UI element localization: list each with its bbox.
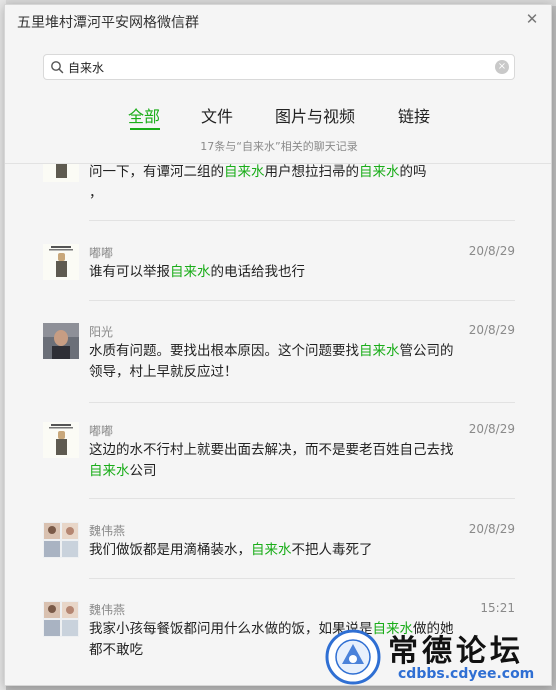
grid-avatar-icon xyxy=(43,522,79,558)
result-divider xyxy=(89,220,515,221)
watermark-text: 常德论坛 xyxy=(388,634,524,669)
photo-avatar-icon xyxy=(43,323,79,359)
sender-name: 嘟嘟 xyxy=(89,424,114,438)
avatar xyxy=(43,601,79,637)
search-result-item[interactable]: 魏伟燕 20/8/29 我们做饭都是用滴桶装水，自来水不把人毒死了 xyxy=(5,522,551,582)
message-date: 20/8/29 xyxy=(468,244,515,258)
sender-name: 嘟嘟 xyxy=(89,246,114,260)
search-result-item[interactable]: 嘟嘟 20/8/29 这边的水不行村上就要出面去解决，而不是要老百姓自己去找自来… xyxy=(5,422,551,502)
poster-avatar-icon xyxy=(43,164,79,182)
watermark: 常德论坛 cdbbs.cdyee.com xyxy=(324,626,552,688)
chat-search-window: 五里堆村潭河平安网格微信群 ✕ × 全部 文件 图片与视频 链接 17条与“自来… xyxy=(4,4,552,686)
poster-avatar-icon xyxy=(43,244,79,280)
result-divider xyxy=(89,498,515,499)
search-results-list[interactable]: 问一下，有谭河二组的自来水用户想拉扫帚的自来水的吗， 嘟嘟 20/8/29 谁有… xyxy=(5,164,551,685)
poster-avatar-icon xyxy=(43,422,79,458)
avatar xyxy=(43,244,79,280)
search-result-item[interactable]: 阳光 20/8/29 水质有问题。要找出根本原因。这个问题要找自来水管公司的领导… xyxy=(5,323,551,403)
message-date: 20/8/29 xyxy=(468,422,515,436)
forum-logo-icon xyxy=(325,629,381,685)
message-text: 谁有可以举报自来水的电话给我也行 xyxy=(89,264,305,280)
avatar xyxy=(43,522,79,558)
search-icon xyxy=(51,61,64,74)
grid-avatar-icon xyxy=(43,601,79,637)
avatar xyxy=(43,164,79,182)
clear-search-icon[interactable]: × xyxy=(495,60,509,74)
window-title: 五里堆村潭河平安网格微信群 xyxy=(17,15,199,31)
search-result-item[interactable]: 嘟嘟 20/8/29 谁有可以举报自来水的电话给我也行 xyxy=(5,244,551,304)
result-divider xyxy=(89,578,515,579)
message-text: 我们做饭都是用滴桶装水，自来水不把人毒死了 xyxy=(89,542,373,558)
message-text: 水质有问题。要找出根本原因。这个问题要找自来水管公司的领导，村上早就反应过！ xyxy=(89,343,454,380)
message-date: 15:21 xyxy=(480,601,515,615)
title-bar: 五里堆村潭河平安网格微信群 ✕ xyxy=(5,5,551,39)
result-summary: 17条与“自来水”相关的聊天记录 xyxy=(200,140,358,153)
tab-files[interactable]: 文件 xyxy=(201,103,233,127)
close-button[interactable]: ✕ xyxy=(523,10,541,28)
search-input[interactable] xyxy=(68,58,488,76)
search-box[interactable]: × xyxy=(43,54,515,80)
close-icon: ✕ xyxy=(525,10,539,28)
search-result-item[interactable]: 问一下，有谭河二组的自来水用户想拉扫帚的自来水的吗， xyxy=(5,164,551,216)
message-date: 20/8/29 xyxy=(468,323,515,337)
tab-all[interactable]: 全部 xyxy=(128,103,160,127)
sender-name: 阳光 xyxy=(89,325,114,339)
message-text: 问一下，有谭河二组的自来水用户想拉扫帚的自来水的吗， xyxy=(89,164,427,201)
tab-links[interactable]: 链接 xyxy=(398,103,430,127)
active-tab-indicator xyxy=(130,128,160,130)
tab-images-videos[interactable]: 图片与视频 xyxy=(275,103,355,127)
sender-name: 魏伟燕 xyxy=(89,524,126,538)
result-divider xyxy=(89,402,515,403)
filter-tabs: 全部 文件 图片与视频 链接 xyxy=(5,103,551,133)
message-text: 这边的水不行村上就要出面去解决，而不是要老百姓自己去找自来水公司 xyxy=(89,442,454,479)
avatar xyxy=(43,323,79,359)
watermark-url: cdbbs.cdyee.com xyxy=(398,666,535,682)
avatar xyxy=(43,422,79,458)
sender-name: 魏伟燕 xyxy=(89,603,126,617)
message-date: 20/8/29 xyxy=(468,522,515,536)
result-divider xyxy=(89,300,515,301)
